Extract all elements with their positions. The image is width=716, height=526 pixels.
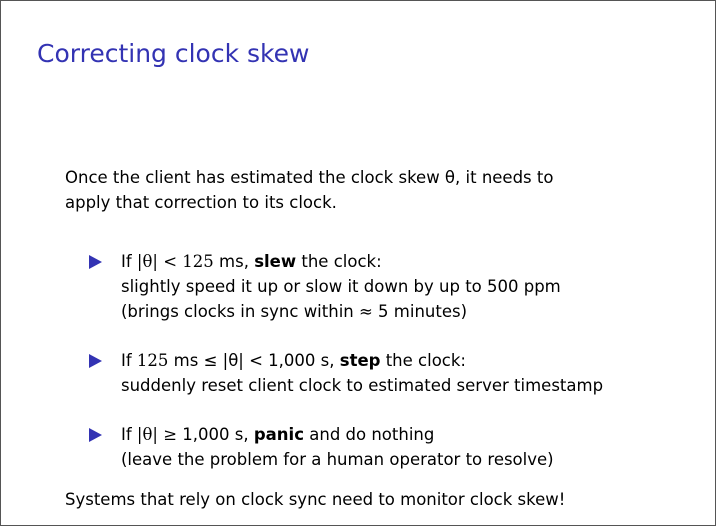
bullet-panic-text: If |θ| ≥ 1,000 s, panic and do nothing (… [121, 422, 554, 472]
intro-line-2: apply that correction to its clock. [65, 193, 337, 212]
bullet-step-suffix: the clock: [380, 351, 466, 370]
bullet-panic-line-2: (leave the problem for a human operator … [121, 450, 554, 469]
bullet-slew: If |θ| < 125 ms, slew the clock: slightl… [89, 249, 561, 324]
bullet-slew-prefix: If [121, 252, 137, 271]
bullet-slew-middle: ms, [213, 252, 255, 271]
bullet-step-condition: 125 [136, 351, 169, 370]
bullet-step-text: If 125 ms ≤ |θ| < 1,000 s, step the cloc… [121, 348, 603, 398]
bullet-panic-condition: |θ| ≥ [136, 425, 178, 444]
bullet-panic: If |θ| ≥ 1,000 s, panic and do nothing (… [89, 422, 554, 472]
bullet-panic-suffix: and do nothing [304, 425, 435, 444]
triangle-bullet-icon [89, 255, 102, 269]
triangle-bullet-icon [89, 428, 102, 442]
triangle-bullet-icon [89, 354, 102, 368]
bullet-slew-condition: |θ| < 125 [136, 252, 214, 271]
bullet-slew-suffix: the clock: [296, 252, 382, 271]
bullet-step-keyword: step [339, 351, 381, 370]
bullet-step-middle: ms ≤ |θ| < 1,000 s, [168, 351, 340, 370]
bullet-slew-line-3: (brings clocks in sync within ≈ 5 minute… [121, 302, 468, 321]
bullet-step: If 125 ms ≤ |θ| < 1,000 s, step the cloc… [89, 348, 603, 398]
bullet-slew-line-2: slightly speed it up or slow it down by … [121, 277, 561, 296]
bullet-slew-keyword: slew [254, 252, 297, 271]
slide: Correcting clock skew Once the client ha… [0, 0, 716, 526]
bullet-slew-text: If |θ| < 125 ms, slew the clock: slightl… [121, 249, 561, 324]
bullet-panic-middle: 1,000 s, [177, 425, 254, 444]
bullet-panic-line-1: If |θ| ≥ 1,000 s, panic and do nothing [121, 422, 554, 447]
bullet-slew-line-1: If |θ| < 125 ms, slew the clock: [121, 249, 561, 274]
intro-paragraph: Once the client has estimated the clock … [65, 165, 553, 215]
bullet-step-line-2: suddenly reset client clock to estimated… [121, 376, 604, 395]
bullet-panic-keyword: panic [253, 425, 304, 444]
bullet-step-line-1: If 125 ms ≤ |θ| < 1,000 s, step the cloc… [121, 348, 603, 373]
closing-statement: Systems that rely on clock sync need to … [65, 490, 566, 509]
slide-title: Correcting clock skew [37, 39, 310, 68]
intro-line-1: Once the client has estimated the clock … [65, 168, 554, 187]
bullet-step-prefix: If [121, 351, 137, 370]
bullet-panic-prefix: If [121, 425, 137, 444]
